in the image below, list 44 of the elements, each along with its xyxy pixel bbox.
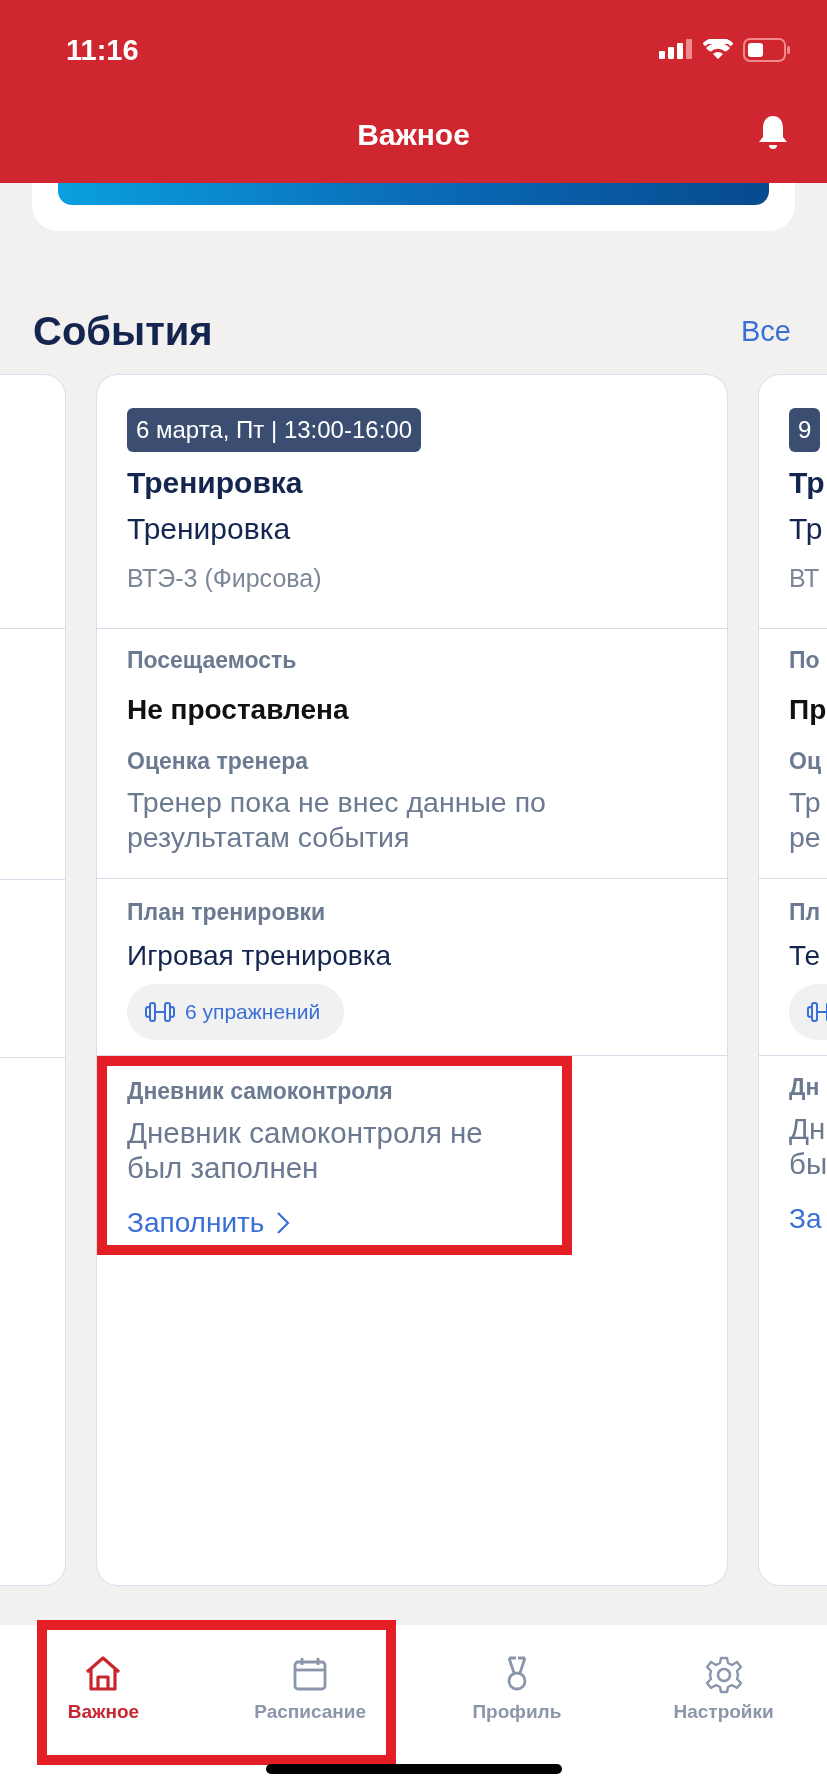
- event-title: Тренировка: [127, 466, 304, 500]
- rating-text: Тр ре: [789, 785, 822, 855]
- event-card[interactable]: [96, 374, 728, 1586]
- settings-icon: [703, 1655, 744, 1695]
- rating-text: Тренер пока не внес данные по результатам события: [127, 785, 547, 855]
- bell-icon: [757, 114, 789, 150]
- see-all-link[interactable]: Все: [741, 314, 791, 348]
- field-label: По: [789, 647, 821, 674]
- status-time: 11:16: [66, 33, 139, 67]
- field-label: Дн: [789, 1074, 821, 1101]
- tab[interactable]: Профиль: [413, 1625, 621, 1733]
- event-group: ВТ: [789, 564, 827, 593]
- tab[interactable]: Настройки: [620, 1625, 827, 1733]
- exercises-chip[interactable]: 6 упражнений: [127, 984, 345, 1040]
- plan-name: Игровая тренировка: [127, 940, 393, 972]
- field-label: Дневник самоконтроля: [127, 1078, 394, 1105]
- field-label: План тренировки: [127, 899, 327, 926]
- event-group: ВТЭ-3 (Фирсова): [127, 564, 697, 593]
- attendance-value: Пр: [789, 694, 827, 726]
- event-title: Тр: [789, 466, 826, 500]
- section-title: События: [33, 308, 213, 354]
- attendance-value: Не проставлена: [127, 694, 350, 726]
- field-label: Пл: [789, 899, 822, 926]
- tab[interactable]: Важное: [0, 1625, 207, 1733]
- plan-name: Те: [789, 940, 822, 972]
- diary-text: Дневник самоконтроля не был заполнен: [127, 1115, 484, 1185]
- wifi-icon: [703, 39, 733, 61]
- fill-in-link[interactable]: За: [789, 1203, 822, 1235]
- event-card[interactable]: 9 Тр Тр ВТ По Пр Оц Тр ре Пл Те Дн Дн бы За: [758, 374, 827, 1586]
- chevron-icon: [276, 1211, 291, 1235]
- date-badge: 6 марта, Пт | 13:00-16:00: [127, 408, 421, 452]
- tab[interactable]: Расписание: [206, 1625, 414, 1733]
- diary-text: Дн бы: [789, 1111, 827, 1181]
- screen-title: Важное: [357, 118, 470, 152]
- field-label: Посещаемость: [127, 647, 298, 674]
- event-type: Тренировка: [127, 512, 292, 546]
- fill-in-link[interactable]: Заполнить: [127, 1207, 291, 1239]
- field-label: Оценка тренера: [127, 748, 310, 775]
- dumbbell-icon: [145, 1001, 175, 1023]
- signal-icon: [659, 39, 693, 61]
- event-type: Тр: [789, 512, 824, 546]
- battery-icon: [743, 38, 791, 62]
- field-label: Оц: [789, 748, 823, 775]
- date-badge: 9: [789, 408, 821, 452]
